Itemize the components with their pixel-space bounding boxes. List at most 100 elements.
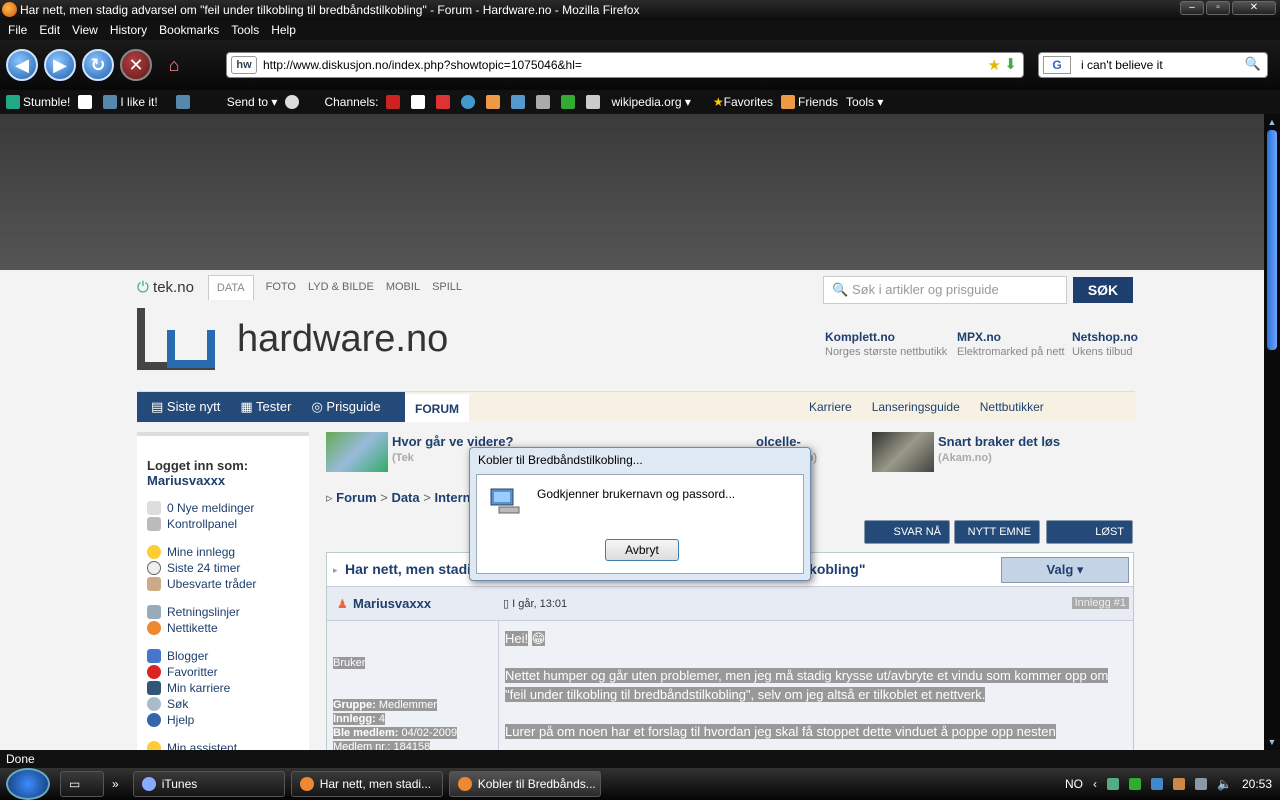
logged-in-user[interactable]: Mariusvaxxx bbox=[147, 473, 309, 488]
new-topic-button[interactable]: NYTT EMNE bbox=[954, 520, 1040, 544]
tab-prisguide[interactable]: ◎ Prisguide bbox=[311, 399, 380, 415]
taskbar-firefox-forum[interactable]: Har nett, men stadi... bbox=[290, 771, 443, 797]
thumb-down-icon[interactable] bbox=[175, 95, 190, 109]
shop-mpx[interactable]: MPX.no Elektromarked på nett bbox=[957, 330, 1065, 359]
sidebar-item-messages[interactable]: 0 Nye meldinger bbox=[147, 500, 309, 516]
stumble-button[interactable]: Stumble! bbox=[6, 95, 70, 110]
taskbar-itunes[interactable]: iTunes bbox=[132, 771, 285, 797]
friends-button[interactable]: Friends bbox=[781, 95, 838, 110]
topnav-data[interactable]: DATA bbox=[207, 274, 254, 300]
post-number[interactable]: Innlegg #1 bbox=[1071, 597, 1129, 609]
tray-update-icon[interactable] bbox=[1173, 778, 1186, 790]
scroll-up-icon[interactable]: ▲ bbox=[1267, 117, 1277, 127]
sidebar-item-blogger[interactable]: Blogger bbox=[147, 648, 309, 664]
language-indicator[interactable]: NO bbox=[1065, 777, 1083, 791]
channel-people-icon[interactable] bbox=[486, 95, 501, 109]
sidebar-item-nettikette[interactable]: Nettikette bbox=[147, 620, 309, 636]
show-desktop-icon[interactable]: ▭ bbox=[60, 771, 104, 797]
tray-monitor-icon[interactable] bbox=[1195, 778, 1208, 790]
url-bar[interactable]: hw http://www.diskusjon.no/index.php?sho… bbox=[226, 52, 1024, 78]
tray-network-icon[interactable] bbox=[1107, 778, 1120, 790]
tab-lanseringsguide[interactable]: Lanseringsguide bbox=[872, 400, 960, 414]
topnav-foto[interactable]: FOTO bbox=[266, 281, 296, 293]
scroll-down-icon[interactable]: ▼ bbox=[1267, 737, 1277, 747]
sidebar-item-siste-24[interactable]: Siste 24 timer bbox=[147, 560, 309, 576]
taskbar-dialog[interactable]: Kobler til Bredbånds... bbox=[448, 771, 601, 797]
shop-netshop[interactable]: Netshop.no Ukens tilbud bbox=[1072, 330, 1138, 359]
volume-icon[interactable]: 🔈 bbox=[1217, 777, 1232, 791]
url-text[interactable]: http://www.diskusjon.no/index.php?showto… bbox=[263, 58, 582, 72]
tray-expand-icon[interactable]: ‹ bbox=[1093, 777, 1097, 791]
maximize-button[interactable]: ▫ bbox=[1206, 1, 1230, 15]
sidebar-item-controlpanel[interactable]: Kontrollpanel bbox=[147, 516, 309, 532]
sidebar-item-favoritter[interactable]: Favoritter bbox=[147, 664, 309, 680]
search-engine-icon[interactable]: G bbox=[1043, 56, 1071, 74]
bookmark-star-icon[interactable]: ★ bbox=[988, 56, 1001, 74]
start-button[interactable] bbox=[6, 768, 50, 800]
shop-komplett[interactable]: Komplett.no Norges største nettbutikk bbox=[825, 330, 947, 359]
news-item[interactable]: Snart braker det løs (Akam.no) bbox=[872, 432, 1062, 474]
close-button[interactable]: ✕ bbox=[1232, 1, 1276, 15]
site-search-input[interactable]: 🔍 Søk i artikler og prisguide bbox=[823, 276, 1067, 304]
channel-w-icon[interactable] bbox=[411, 95, 426, 109]
sidebar-item-mine-innlegg[interactable]: Mine innlegg bbox=[147, 544, 309, 560]
menu-bookmarks[interactable]: Bookmarks bbox=[159, 23, 219, 37]
scroll-thumb[interactable] bbox=[1267, 130, 1277, 350]
menu-history[interactable]: History bbox=[110, 23, 147, 37]
menu-file[interactable]: File bbox=[8, 23, 27, 37]
chat-icon[interactable] bbox=[285, 95, 300, 109]
sidebar-item-retningslinjer[interactable]: Retningslinjer bbox=[147, 604, 309, 620]
channel-globe-icon[interactable] bbox=[461, 95, 476, 109]
back-button[interactable]: ◀ bbox=[6, 49, 38, 81]
hardware-logo[interactable]: hardware.no bbox=[137, 308, 448, 378]
menu-edit[interactable]: Edit bbox=[39, 23, 60, 37]
options-dropdown[interactable]: Valg ▾ bbox=[1001, 557, 1129, 583]
tray-wifi-icon[interactable] bbox=[1151, 778, 1164, 790]
breadcrumb-forum[interactable]: Forum bbox=[336, 490, 376, 505]
stop-button[interactable]: ✕ bbox=[120, 49, 152, 81]
wikipedia-icon[interactable] bbox=[78, 95, 93, 109]
vertical-scrollbar[interactable]: ▲ ▼ bbox=[1264, 114, 1280, 750]
tek-logo[interactable]: ⏻ tek.no bbox=[137, 279, 194, 296]
topnav-spill[interactable]: SPILL bbox=[432, 281, 462, 293]
search-input[interactable]: i can't believe it bbox=[1081, 58, 1163, 72]
menu-view[interactable]: View bbox=[72, 23, 98, 37]
site-search-button[interactable]: SØK bbox=[1073, 277, 1133, 303]
breadcrumb-data[interactable]: Data bbox=[391, 490, 419, 505]
cancel-button[interactable]: Avbryt bbox=[605, 539, 679, 561]
minimize-button[interactable]: ‒ bbox=[1180, 1, 1204, 15]
wikipedia-link[interactable]: wikipedia.org ▾ bbox=[611, 95, 690, 109]
post-author[interactable]: Mariusvaxxx bbox=[353, 596, 431, 611]
send-to-button[interactable]: Send to ▾ bbox=[227, 95, 278, 109]
channel-tag-icon[interactable] bbox=[586, 95, 601, 109]
like-button[interactable]: I like it! bbox=[103, 95, 158, 110]
sidebar-item-min-karriere[interactable]: Min karriere bbox=[147, 680, 309, 696]
channel-tv-icon[interactable] bbox=[511, 95, 526, 109]
tray-app-icon[interactable] bbox=[1129, 778, 1142, 790]
sidebar-item-ubesvarte[interactable]: Ubesvarte tråder bbox=[147, 576, 309, 592]
tools-button[interactable]: Tools ▾ bbox=[846, 95, 883, 109]
go-arrow-icon[interactable]: ⬇ bbox=[1004, 55, 1017, 73]
tab-tester[interactable]: ▦ Tester bbox=[240, 399, 291, 415]
home-button[interactable]: ⌂ bbox=[158, 49, 190, 81]
topnav-lyd-bilde[interactable]: LYD & BILDE bbox=[308, 281, 374, 293]
solved-button[interactable]: LØST bbox=[1046, 520, 1133, 544]
channel-camera-icon[interactable] bbox=[536, 95, 551, 109]
forward-button[interactable]: ▶ bbox=[44, 49, 76, 81]
tab-karriere[interactable]: Karriere bbox=[809, 400, 852, 414]
sidebar-item-sok[interactable]: Søk bbox=[147, 696, 309, 712]
sidebar-item-hjelp[interactable]: Hjelp bbox=[147, 712, 309, 728]
channel-b-icon[interactable] bbox=[386, 95, 401, 109]
reply-button[interactable]: SVAR NÅ bbox=[864, 520, 950, 544]
tab-siste-nytt[interactable]: ▤ Siste nytt bbox=[151, 399, 220, 415]
tab-nettbutikker[interactable]: Nettbutikker bbox=[980, 400, 1044, 414]
search-icon[interactable]: 🔍 bbox=[1245, 56, 1261, 72]
search-box[interactable]: G i can't believe it 🔍 bbox=[1038, 52, 1268, 78]
clock[interactable]: 20:53 bbox=[1242, 777, 1272, 791]
menu-help[interactable]: Help bbox=[271, 23, 296, 37]
topnav-mobil[interactable]: MOBIL bbox=[386, 281, 420, 293]
quicklaunch-more[interactable]: » bbox=[112, 777, 119, 791]
tab-forum[interactable]: FORUM bbox=[405, 394, 469, 422]
channel-arrows-icon[interactable] bbox=[561, 95, 576, 109]
channel-youtube-icon[interactable] bbox=[436, 95, 451, 109]
